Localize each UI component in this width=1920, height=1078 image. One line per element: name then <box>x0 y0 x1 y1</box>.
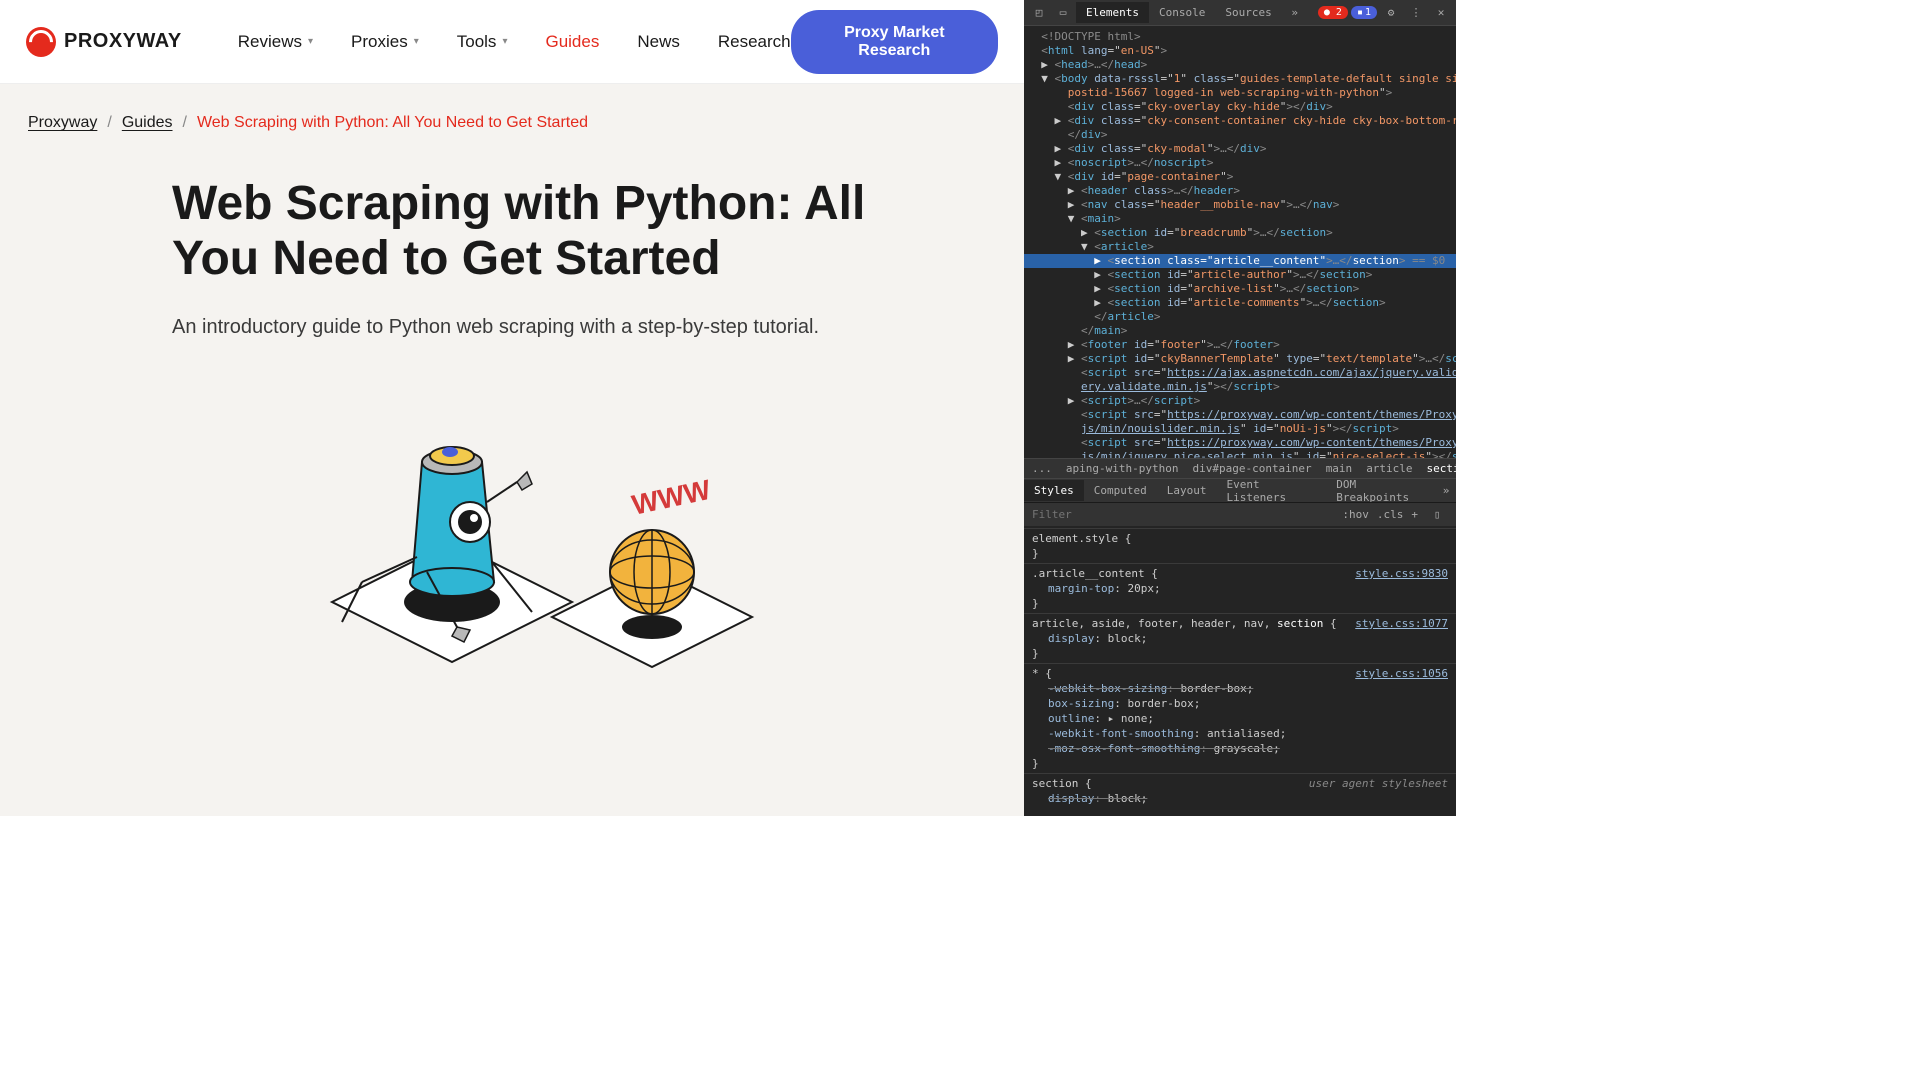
logo-text: PROXYWAY <box>64 30 182 53</box>
devtools-panel: ◰ ▭ ElementsConsoleSources » ● 2 ▪ 1 ⚙ ⋮… <box>1024 0 1456 816</box>
devtools-tab-console[interactable]: Console <box>1149 2 1215 23</box>
styles-filter-bar: :hov .cls + ▯ <box>1024 502 1456 526</box>
device-icon[interactable]: ▭ <box>1052 2 1074 24</box>
dom-node[interactable]: <!DOCTYPE html> <box>1024 30 1456 44</box>
logo[interactable]: PROXYWAY <box>26 27 182 57</box>
svg-text:WWW: WWW <box>629 474 714 521</box>
dom-node[interactable]: postid-15667 logged-in web-scraping-with… <box>1024 86 1456 100</box>
devtools-tab-elements[interactable]: Elements <box>1076 2 1149 23</box>
breadcrumb-sep: / <box>107 114 111 132</box>
dom-node[interactable]: ▶ <div class="cky-consent-container cky-… <box>1024 114 1456 128</box>
filter-control[interactable]: + <box>1411 508 1418 521</box>
sidebar-toggle-icon[interactable]: ▯ <box>1426 504 1448 526</box>
dom-node[interactable]: js/min/nouislider.min.js" id="noUi-js"><… <box>1024 422 1456 436</box>
close-icon[interactable]: ✕ <box>1430 2 1452 24</box>
css-rule[interactable]: element.style {} <box>1024 528 1456 563</box>
dom-node[interactable]: ▶ <section id="archive-list">…</section> <box>1024 282 1456 296</box>
chevron-down-icon: ▾ <box>308 36 313 47</box>
menu-icon[interactable]: ⋮ <box>1405 2 1427 24</box>
article: Web Scraping with Python: All You Need t… <box>172 176 872 672</box>
hero-illustration: WWW <box>172 372 872 672</box>
dom-node[interactable]: ▶ <header class>…</header> <box>1024 184 1456 198</box>
dom-node[interactable]: </div> <box>1024 128 1456 142</box>
path-segment[interactable]: ... <box>1032 462 1052 475</box>
dom-node[interactable]: <script src="https://proxyway.com/wp-con… <box>1024 436 1456 450</box>
css-rule[interactable]: .article__content {style.css:9830margin-… <box>1024 563 1456 613</box>
styles-pane[interactable]: element.style {}.article__content {style… <box>1024 526 1456 816</box>
breadcrumb-sep: / <box>183 114 187 132</box>
styles-tab-layout[interactable]: Layout <box>1157 480 1217 501</box>
styles-tab-styles[interactable]: Styles <box>1024 480 1084 501</box>
breadcrumb-root[interactable]: Proxyway <box>28 114 97 132</box>
dom-node[interactable]: <html lang="en-US"> <box>1024 44 1456 58</box>
dom-node[interactable]: </article> <box>1024 310 1456 324</box>
dom-node[interactable]: ▶ <section id="breadcrumb">…</section> <box>1024 226 1456 240</box>
dom-node[interactable]: <script src="https://ajax.aspnetcdn.com/… <box>1024 366 1456 380</box>
info-badge[interactable]: ▪ 1 <box>1351 6 1377 19</box>
gear-icon[interactable]: ⚙ <box>1380 2 1402 24</box>
dom-node[interactable]: ▶ <script>…</script> <box>1024 394 1456 408</box>
dom-node[interactable]: ▼ <main> <box>1024 212 1456 226</box>
nav-item-news[interactable]: News <box>637 32 680 52</box>
devtools-badges: ● 2 ▪ 1 ⚙ ⋮ ✕ <box>1318 2 1452 24</box>
content-area: Proxyway / Guides / Web Scraping with Py… <box>0 84 1024 816</box>
dom-node[interactable]: ▶ <footer id="footer">…</footer> <box>1024 338 1456 352</box>
dom-node[interactable]: ▼ <article> <box>1024 240 1456 254</box>
article-title: Web Scraping with Python: All You Need t… <box>172 176 872 286</box>
dom-node[interactable]: ▶ <nav class="header__mobile-nav">…</nav… <box>1024 198 1456 212</box>
inspect-icon[interactable]: ◰ <box>1028 2 1050 24</box>
cta-button[interactable]: Proxy Market Research <box>791 10 998 74</box>
nav-item-tools[interactable]: Tools▾ <box>457 32 508 52</box>
more-tabs-icon[interactable]: » <box>1436 480 1456 502</box>
css-rule[interactable]: article, aside, footer, header, nav, sec… <box>1024 613 1456 663</box>
dom-node[interactable]: ▶ <section class="article__content">…</s… <box>1024 254 1456 268</box>
filter-control[interactable]: :hov <box>1342 508 1369 521</box>
nav-item-research[interactable]: Research <box>718 32 791 52</box>
error-badge[interactable]: ● 2 <box>1318 6 1348 19</box>
dom-node[interactable]: <div class="cky-overlay cky-hide"></div> <box>1024 100 1456 114</box>
nav-item-guides[interactable]: Guides <box>545 32 599 52</box>
dom-node[interactable]: js/min/jquery.nice-select.min.js" id="ni… <box>1024 450 1456 458</box>
breadcrumb: Proxyway / Guides / Web Scraping with Py… <box>28 114 996 132</box>
dom-node[interactable]: ▼ <div id="page-container"> <box>1024 170 1456 184</box>
devtools-tab-sources[interactable]: Sources <box>1215 2 1281 23</box>
elements-tree[interactable]: <!DOCTYPE html> <html lang="en-US"> ▶ <h… <box>1024 26 1456 458</box>
styles-filter-input[interactable] <box>1032 508 1334 521</box>
dom-node[interactable]: <script src="https://proxyway.com/wp-con… <box>1024 408 1456 422</box>
filter-control[interactable]: .cls <box>1377 508 1404 521</box>
chevron-down-icon: ▾ <box>502 36 507 47</box>
nav-item-reviews[interactable]: Reviews▾ <box>238 32 313 52</box>
css-rule[interactable]: section {user agent stylesheetdisplay: b… <box>1024 773 1456 808</box>
dom-node[interactable]: ery.validate.min.js"></script> <box>1024 380 1456 394</box>
path-segment[interactable]: aping-with-python <box>1066 462 1179 475</box>
dom-node[interactable]: ▶ <section id="article-comments">…</sect… <box>1024 296 1456 310</box>
styles-tabs: StylesComputedLayoutEvent ListenersDOM B… <box>1024 478 1456 502</box>
chevron-down-icon: ▾ <box>414 36 419 47</box>
breadcrumb-category[interactable]: Guides <box>122 114 173 132</box>
site-header: PROXYWAY Reviews▾ Proxies▾ Tools▾ Guides New… <box>0 0 1024 84</box>
dom-node[interactable]: ▶ <script id="ckyBannerTemplate" type="t… <box>1024 352 1456 366</box>
dom-node[interactable]: ▶ <div class="cky-modal">…</div> <box>1024 142 1456 156</box>
dom-node[interactable]: ▶ <section id="article-author">…</sectio… <box>1024 268 1456 282</box>
page-content: PROXYWAY Reviews▾ Proxies▾ Tools▾ Guides New… <box>0 0 1024 816</box>
dom-node[interactable]: ▼ <body data-rsssl="1" class="guides-tem… <box>1024 72 1456 86</box>
dom-node[interactable]: </main> <box>1024 324 1456 338</box>
article-subtitle: An introductory guide to Python web scra… <box>172 312 872 342</box>
devtools-toolbar: ◰ ▭ ElementsConsoleSources » ● 2 ▪ 1 ⚙ ⋮… <box>1024 0 1456 26</box>
nav-item-proxies[interactable]: Proxies▾ <box>351 32 419 52</box>
dom-node[interactable]: ▶ <noscript>…</noscript> <box>1024 156 1456 170</box>
styles-tab-computed[interactable]: Computed <box>1084 480 1157 501</box>
css-rule[interactable]: * {style.css:1056-webkit-box-sizing: bor… <box>1024 663 1456 773</box>
breadcrumb-current: Web Scraping with Python: All You Need t… <box>197 114 588 132</box>
dom-node[interactable]: ▶ <head>…</head> <box>1024 58 1456 72</box>
main-nav: Reviews▾ Proxies▾ Tools▾ Guides News Research <box>238 32 791 52</box>
logo-icon <box>26 27 56 57</box>
more-tabs-icon[interactable]: » <box>1284 2 1306 24</box>
